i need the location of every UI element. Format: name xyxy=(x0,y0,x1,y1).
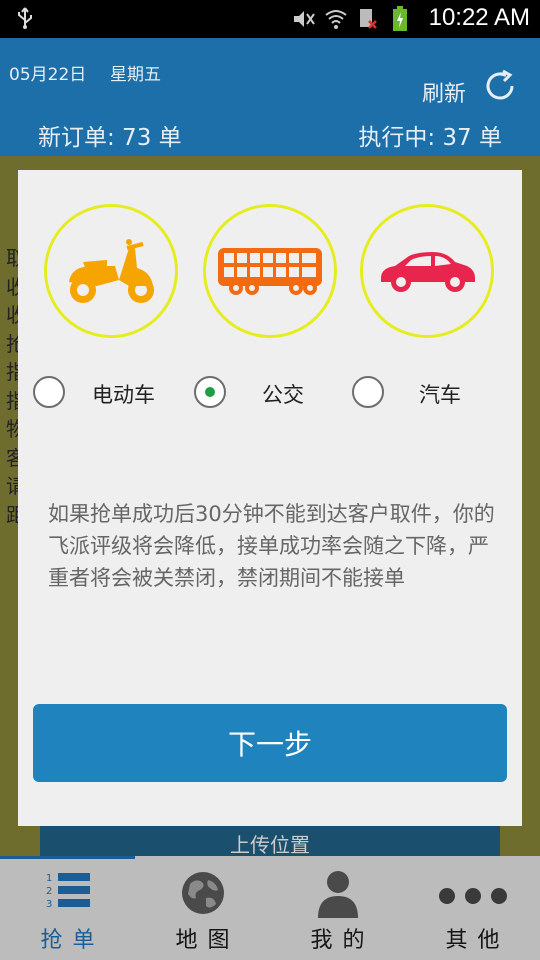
tab-label: 地图 xyxy=(175,928,240,953)
date-label: 05月22日 xyxy=(9,65,87,85)
vehicle-radio-group: 电动车 公交 汽车 xyxy=(18,376,522,416)
refresh-icon[interactable] xyxy=(482,68,518,104)
scooter-label[interactable]: 电动车 xyxy=(92,379,155,409)
clock: 10:22 AM xyxy=(428,4,530,31)
tab-other[interactable]: 其他 xyxy=(405,856,540,960)
battery-charging-icon xyxy=(388,6,412,31)
usb-icon xyxy=(14,6,36,36)
tab-mine[interactable]: 我的 xyxy=(270,856,405,960)
scooter-radio[interactable] xyxy=(33,376,65,408)
bus-icon xyxy=(218,248,322,295)
app-header: 05月22日 星期五 刷新 新订单: 73 单 执行中: 37 单 xyxy=(0,38,540,156)
scooter-icon xyxy=(69,239,154,303)
bus-radio[interactable] xyxy=(194,376,226,408)
bus-label[interactable]: 公交 xyxy=(262,379,304,409)
tab-map[interactable]: 地图 xyxy=(135,856,270,960)
car-radio[interactable] xyxy=(352,376,384,408)
tab-label: 我的 xyxy=(310,928,375,953)
wifi-icon xyxy=(324,7,348,31)
new-orders-count[interactable]: 新订单: 73 单 xyxy=(38,118,182,152)
next-step-button[interactable]: 下一步 xyxy=(33,704,507,782)
upload-location-button: 上传位置 xyxy=(40,824,500,860)
svg-text:3: 3 xyxy=(46,899,52,910)
person-icon xyxy=(316,870,360,924)
vehicle-select-dialog: 电动车 公交 汽车 如果抢单成功后30分钟不能到达客户取件，你的飞派评级将会降低… xyxy=(18,170,522,826)
in-progress-count[interactable]: 执行中: 37 单 xyxy=(358,118,502,152)
refresh-label[interactable]: 刷新 xyxy=(422,76,466,108)
car-option-circle[interactable] xyxy=(360,204,494,338)
more-icon xyxy=(437,870,509,918)
svg-text:1: 1 xyxy=(46,873,52,884)
penalty-notice: 如果抢单成功后30分钟不能到达客户取件，你的飞派评级将会降低，接单成功率会随之下… xyxy=(48,502,495,590)
car-label[interactable]: 汽车 xyxy=(419,379,461,409)
svg-text:2: 2 xyxy=(46,886,52,897)
mute-icon xyxy=(292,7,316,31)
scooter-option-circle[interactable] xyxy=(44,204,178,338)
tab-grab-orders[interactable]: 1 2 3 抢单 xyxy=(0,856,135,960)
sim-no-signal-icon xyxy=(356,7,380,31)
tab-label: 其他 xyxy=(445,928,510,953)
bottom-nav: 1 2 3 抢单 地图 我的 其他 xyxy=(0,856,540,960)
globe-icon xyxy=(180,870,226,920)
bus-option-circle[interactable] xyxy=(203,204,337,338)
weekday-label: 星期五 xyxy=(110,65,161,85)
tab-label: 抢单 xyxy=(40,928,105,953)
list-icon: 1 2 3 xyxy=(44,870,92,914)
car-icon xyxy=(381,252,475,292)
status-bar: 10:22 AM xyxy=(0,0,540,38)
